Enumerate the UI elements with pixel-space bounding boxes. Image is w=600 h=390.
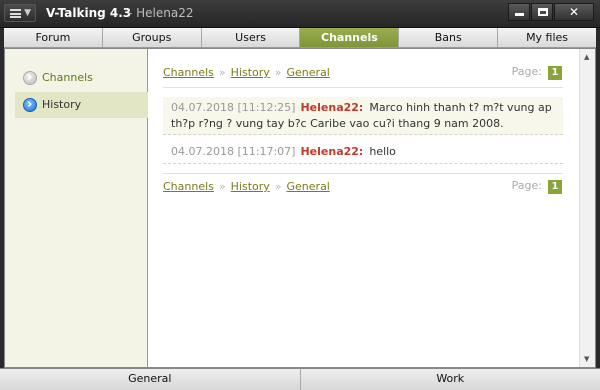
breadcrumb-history-link[interactable]: History <box>231 180 270 193</box>
arrow-circle-blue-icon <box>23 92 37 118</box>
breadcrumb-channels-link[interactable]: Channels <box>163 66 214 79</box>
pager: Page: 1 <box>512 65 562 81</box>
main-tabs: Forum Groups Users Channels Bans My file… <box>4 28 596 48</box>
breadcrumb-general-link[interactable]: General <box>287 66 330 79</box>
sidebar: Channels History <box>5 49 148 367</box>
tab-forum[interactable]: Forum <box>4 28 103 47</box>
divider <box>163 173 563 174</box>
tab-channels[interactable]: Channels <box>300 28 400 47</box>
tab-my-files[interactable]: My files <box>498 28 596 47</box>
content-panel: Channels History Channels » History » Genera… <box>4 48 596 368</box>
history-panel: Channels » History » General Page: 1 04.07.20… <box>149 49 579 367</box>
sidebar-item-label: Channels <box>42 71 93 84</box>
system-menu-button[interactable]: ▼ <box>4 4 36 22</box>
breadcrumb-general-link[interactable]: General <box>287 180 330 193</box>
message-time: 04.07.2018 [11:12:25] <box>171 101 296 114</box>
message-author-link[interactable]: Helena22: <box>300 145 363 158</box>
breadcrumb-separator: » <box>218 180 226 193</box>
breadcrumb-history-link[interactable]: History <box>231 66 270 79</box>
message-author-link[interactable]: Helena22: <box>300 101 363 114</box>
pager-label: Page: <box>511 179 542 192</box>
sidebar-item-label: History <box>42 98 82 111</box>
breadcrumb-separator: » <box>218 66 226 79</box>
maximize-icon <box>538 8 548 16</box>
close-button[interactable]: ✕ <box>554 3 594 21</box>
message-text: hello <box>369 145 396 158</box>
bottom-tab-general[interactable]: General <box>0 369 301 390</box>
maximize-button[interactable] <box>531 3 553 21</box>
breadcrumb-channels-link[interactable]: Channels <box>163 180 214 193</box>
sidebar-item-history[interactable]: History <box>15 92 148 118</box>
tab-groups[interactable]: Groups <box>102 28 202 47</box>
page-number-button[interactable]: 1 <box>548 180 562 194</box>
bottom-tabs: General Work <box>0 368 600 390</box>
minimize-button[interactable] <box>508 3 530 21</box>
breadcrumb-separator: » <box>274 66 282 79</box>
page-number-button[interactable]: 1 <box>548 66 562 80</box>
app-title: V-Talking 4.3 <box>46 6 132 20</box>
breadcrumb-bottom: Channels » History » General <box>163 180 330 196</box>
close-icon: ✕ <box>568 5 580 19</box>
pager-bottom: Page: 1 <box>512 179 562 195</box>
menu-icon <box>10 9 21 18</box>
pager-label: Page: <box>511 65 542 78</box>
tab-users[interactable]: Users <box>201 28 301 47</box>
title-bar: ▼ V-Talking 4.3 - Helena22 ✕ <box>0 0 600 28</box>
window-subtitle: - Helena22 <box>128 6 194 20</box>
message-time: 04.07.2018 [11:17:07] <box>171 145 296 158</box>
scroll-down-icon[interactable]: ▼ <box>584 355 589 363</box>
chevron-down-icon: ▼ <box>24 8 31 18</box>
bottom-tab-work[interactable]: Work <box>301 369 600 390</box>
vertical-scrollbar[interactable]: ▲ ▼ <box>579 49 595 367</box>
minimize-icon <box>515 13 524 16</box>
arrow-circle-grey-icon <box>23 65 37 91</box>
sidebar-item-channels[interactable]: Channels <box>15 65 148 91</box>
divider <box>163 87 563 88</box>
message-item: 04.07.2018 [11:17:07] Helena22: hello <box>163 140 563 164</box>
message-item: 04.07.2018 [11:12:25] Helena22: Marco hinh… <box>163 97 563 135</box>
tab-bans[interactable]: Bans <box>399 28 499 47</box>
scroll-up-icon[interactable]: ▲ <box>584 53 589 61</box>
breadcrumb: Channels » History » General <box>163 66 330 82</box>
breadcrumb-separator: » <box>274 180 282 193</box>
